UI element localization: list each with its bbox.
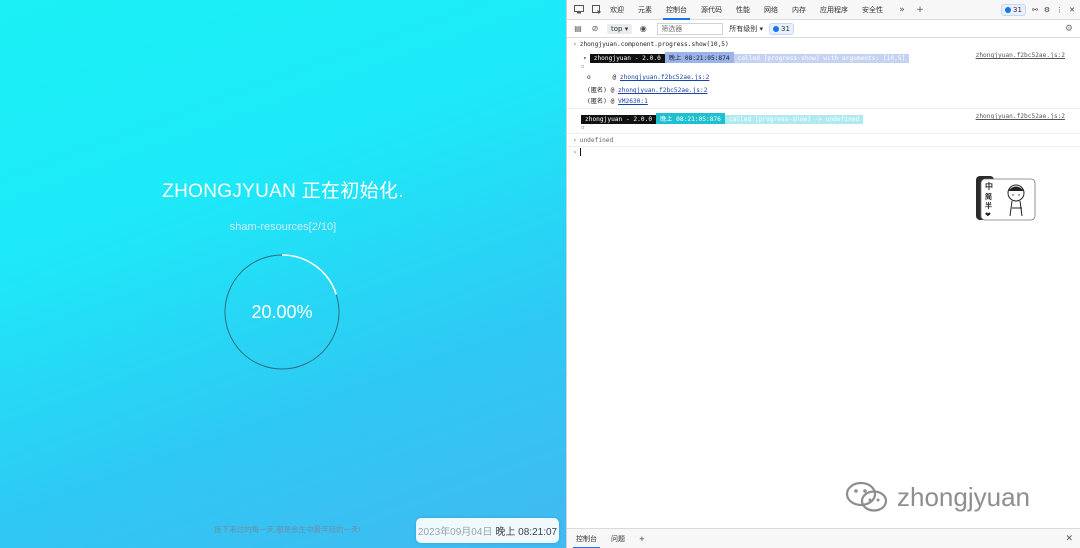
row-divider — [567, 108, 1080, 109]
console-settings-icon[interactable]: ⚙ — [1065, 24, 1073, 34]
connect-icon[interactable]: ⚯ — [1032, 6, 1038, 14]
context-value: top — [611, 24, 623, 33]
drawer-tab-issues[interactable]: 问题 — [604, 529, 632, 548]
tab-network[interactable]: 网络 — [757, 0, 785, 20]
loading-resource-status: sham-resources[2/10] — [229, 221, 337, 233]
tab-performance[interactable]: 性能 — [729, 0, 757, 20]
expand-triangle-icon[interactable]: ▾ — [583, 55, 587, 62]
drawer-tab-console[interactable]: 控制台 — [569, 529, 604, 548]
tab-welcome[interactable]: 欢迎 — [603, 0, 631, 20]
loading-screen: ZHONGJYUAN 正在初始化. sham-resources[2/10] 2… — [0, 0, 566, 548]
clear-console-icon[interactable]: ⊘ — [589, 24, 601, 33]
wechat-logo-icon — [845, 481, 888, 512]
log-name-pill: zhongjyuan - 2.0.0 — [589, 54, 665, 63]
tab-security[interactable]: 安全性 — [855, 0, 890, 20]
stack-link[interactable]: zhongjyuan.f2bc52ae.js:2 — [620, 74, 709, 81]
author-sticker: 中 简 半 ❤ — [976, 176, 1036, 222]
stack-link[interactable]: zhongjyuan.f2bc52ae.js:2 — [618, 87, 707, 94]
clock-widget: 2023年09月04日 晚上 08:21:07 — [416, 518, 559, 543]
tab-memory[interactable]: 内存 — [785, 0, 813, 20]
live-expression-eye-icon[interactable]: ◉ — [637, 24, 649, 33]
toolbar-issues-badge[interactable]: 31 — [768, 22, 794, 35]
console-log-row[interactable]: zhongjyuan - 2.0.0 晚上 08:21:05:876 called … — [567, 113, 1080, 124]
stack-fn: (匿名) — [587, 87, 607, 94]
console-output: › zhongjyuan.component.progress.show(10,5… — [567, 38, 1080, 528]
drawer-close-icon[interactable]: ✕ — [1065, 534, 1073, 544]
stack-trace-row: o @ zhongjyuan.f2bc52ae.js:2 — [587, 74, 710, 81]
console-command: zhongjyuan.component.progress.show(10,5) — [579, 41, 729, 48]
drawer-tabbar: 控制台 问题 + ✕ — [567, 528, 1080, 548]
sticker-art: 中 简 半 ❤ — [976, 176, 1036, 221]
console-result-row: ‹ undefined — [567, 137, 1080, 144]
settings-gear-icon[interactable]: ⚙ — [1044, 6, 1050, 14]
row-divider — [567, 146, 1080, 147]
stack-fn: (匿名) — [587, 98, 607, 105]
result-arrow-icon: ‹ — [573, 137, 577, 144]
input-prompt-icon: › — [573, 41, 577, 48]
watermark-text: zhongjyuan — [897, 481, 1030, 512]
wechat-watermark: zhongjyuan — [845, 480, 1030, 514]
stack-trace-row: (匿名) @ zhongjyuan.f2bc52ae.js:2 — [587, 87, 708, 94]
devtools-tabbar: 欢迎 元素 控制台 源代码 性能 网络 内存 应用程序 安全性 » + 31 ⚯… — [567, 0, 1080, 20]
svg-text:❤: ❤ — [985, 211, 991, 219]
log-levels-select[interactable]: 所有级别 ▾ — [729, 24, 763, 34]
tab-sources[interactable]: 源代码 — [694, 0, 729, 20]
console-command-line: › zhongjyuan.component.progress.show(10,5… — [567, 41, 1080, 48]
loading-title: ZHONGJYUAN 正在初始化. — [162, 181, 404, 202]
progress-percent: 20.00% — [251, 301, 313, 322]
stack-link[interactable]: VM2630:1 — [618, 98, 648, 105]
tab-application[interactable]: 应用程序 — [813, 0, 855, 20]
toolbar-issues-count: 31 — [780, 24, 790, 33]
log-empty-marker: ▫ — [581, 124, 585, 131]
console-toolbar: ▤ ⊘ top ▾ ◉ 所有级别 ▾ 31 ⚙ — [567, 20, 1080, 38]
device-toolbar-icon[interactable] — [573, 4, 585, 16]
sidebar-toggle-icon[interactable]: ▤ — [572, 24, 584, 33]
kebab-menu-icon[interactable]: ⋮ — [1056, 6, 1063, 14]
log-name-pill: zhongjyuan - 2.0.0 — [581, 115, 657, 124]
clock-time: 晚上 08:21:07 — [495, 527, 558, 538]
sticker-char: 半 — [985, 201, 992, 210]
text-caret — [579, 148, 581, 156]
input-prompt-icon: › — [573, 149, 577, 156]
log-source-link[interactable]: zhongjyuan.f2bc52ae.js:2 — [976, 113, 1065, 120]
close-devtools-icon[interactable]: ✕ — [1069, 6, 1075, 14]
log-time-pill: 晚上 08:21:05:876 — [656, 113, 725, 124]
context-select[interactable]: top ▾ — [607, 23, 633, 34]
devtools-panel: 欢迎 元素 控制台 源代码 性能 网络 内存 应用程序 安全性 » + 31 ⚯… — [566, 0, 1080, 548]
sticker-char: 中 — [985, 181, 993, 191]
quote-text: 接下来过的每一天,都是余生中最年轻的一天! — [214, 525, 361, 534]
log-message-pill: called [progress-show] -> undefined — [724, 115, 864, 124]
add-tab-icon[interactable]: + — [914, 4, 926, 16]
sticker-char: 简 — [985, 192, 992, 201]
console-filter-input[interactable] — [657, 22, 724, 35]
log-source-link[interactable]: zhongjyuan.f2bc52ae.js:2 — [976, 52, 1065, 59]
log-empty-marker: ▫ — [581, 63, 585, 70]
row-divider — [567, 133, 1080, 134]
stack-fn: o — [587, 74, 591, 81]
drawer-add-tab-icon[interactable]: + — [632, 529, 652, 548]
clock-date: 2023年09月04日 — [417, 527, 493, 538]
issues-badge[interactable]: 31 — [1001, 3, 1026, 16]
log-time-pill: 晚上 08:21:05:874 — [664, 52, 734, 63]
console-prompt-row[interactable]: › — [567, 148, 1080, 156]
issues-count: 31 — [1013, 5, 1022, 14]
console-result: undefined — [579, 137, 614, 144]
inspect-icon[interactable] — [591, 4, 603, 16]
issue-dot-icon — [1005, 6, 1012, 13]
more-tabs-icon[interactable]: » — [896, 4, 908, 16]
tab-console[interactable]: 控制台 — [659, 0, 694, 20]
toolbar-issue-dot-icon — [772, 25, 779, 32]
console-log-row[interactable]: ▾ zhongjyuan - 2.0.0 晚上 08:21:05:874 called… — [567, 52, 1080, 63]
stack-trace-row: (匿名) @ VM2630:1 — [587, 98, 648, 105]
log-message-pill: called [progress-show] with arguments: [… — [733, 54, 910, 63]
tab-elements[interactable]: 元素 — [631, 0, 659, 20]
